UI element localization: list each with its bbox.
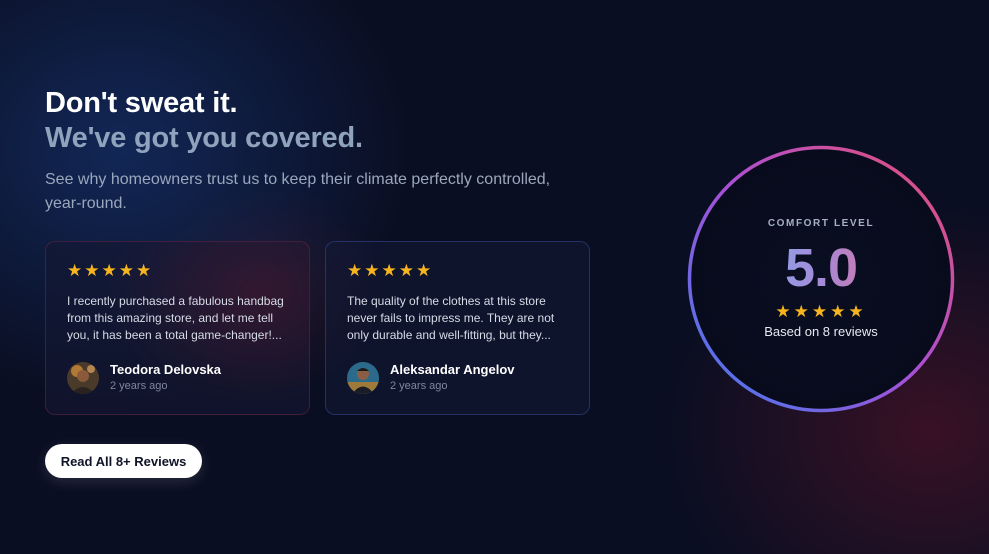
review-author: Teodora Delovska 2 years ago <box>67 362 221 394</box>
hero-heading: Don't sweat it. We've got you covered. <box>45 86 363 156</box>
hero-title-line2: We've got you covered. <box>45 122 363 154</box>
review-timestamp: 2 years ago <box>110 380 168 392</box>
review-author-name: Teodora Delovska <box>110 362 222 377</box>
review-author: Aleksandar Angelov 2 years ago <box>347 362 515 394</box>
review-card: ★★★★★ The quality of the clothes at this… <box>325 241 590 415</box>
review-text: The quality of the clothes at this store… <box>347 294 555 342</box>
hero-subtitle: See why homeowners trust us to keep thei… <box>45 171 551 212</box>
review-text: I recently purchased a fabulous handbag … <box>67 294 284 342</box>
review-timestamp: 2 years ago <box>390 380 448 392</box>
read-all-reviews-button[interactable]: Read All 8+ Reviews <box>45 444 202 478</box>
avatar <box>67 362 99 394</box>
rating-label: COMFORT LEVEL <box>767 218 875 229</box>
avatar <box>347 362 379 394</box>
review-author-name: Aleksandar Angelov <box>390 362 515 377</box>
rating-summary: COMFORT LEVEL 5.0 ★★★★★ Based on 8 revie… <box>687 145 955 413</box>
star-rating-icons: ★★★★★ <box>67 261 154 280</box>
hero-title-line1: Don't sweat it. <box>45 87 238 119</box>
rating-value: 5.0 <box>687 238 955 298</box>
rating-count: Based on 8 reviews <box>764 324 878 339</box>
review-card: ★★★★★ I recently purchased a fabulous ha… <box>45 241 310 415</box>
star-rating-icons: ★★★★★ <box>775 302 867 321</box>
star-rating-icons: ★★★★★ <box>347 261 434 280</box>
